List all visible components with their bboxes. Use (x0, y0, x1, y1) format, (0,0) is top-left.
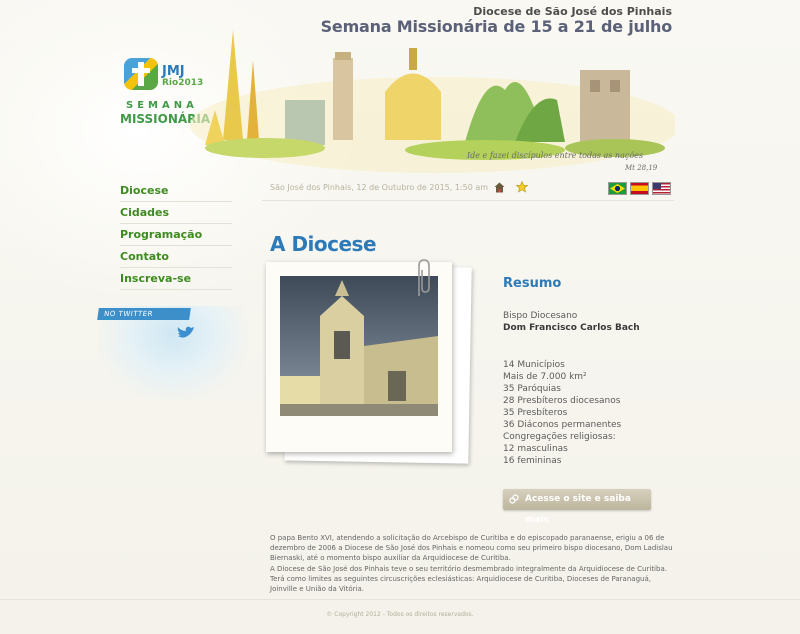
diocese-stats: 14 Municípios Mais de 7.000 km² 35 Paróq… (503, 359, 621, 467)
paperclip-icon (418, 259, 430, 296)
current-date: São José dos Pinhais, 12 de Outubro de 2… (270, 183, 489, 192)
bispo-label: Bispo Diocesano (503, 311, 578, 321)
stat-item: 36 Diáconos permanentes (503, 420, 622, 430)
nav-item-diocese[interactable]: Diocese (120, 180, 232, 202)
flag-usa-icon[interactable] (652, 182, 671, 195)
stat-item: Mais de 7.000 km² (503, 372, 587, 382)
stat-item: 14 Municípios (503, 360, 565, 370)
main-nav: Diocese Cidades Programação Contato Insc… (120, 180, 232, 290)
stat-item: 35 Presbíteros (503, 408, 568, 418)
bispo-name: Dom Francisco Carlos Bach (503, 323, 640, 333)
twitter-label: NO TWITTER (97, 308, 191, 320)
stat-item: 16 femininas (503, 456, 562, 466)
photo-stack (266, 259, 478, 472)
nav-item-inscreva-se[interactable]: Inscreva-se (120, 268, 232, 290)
stat-item: 12 masculinas (503, 444, 568, 454)
flag-brazil-icon[interactable] (608, 182, 627, 195)
logo-jmj-text: JMJ (162, 64, 185, 79)
nav-item-contato[interactable]: Contato (120, 246, 232, 268)
home-icon[interactable] (494, 182, 505, 193)
stat-item: 28 Presbíteros diocesanos (503, 396, 621, 406)
resumo-title: Resumo (503, 276, 562, 291)
divider (262, 200, 674, 201)
paragraph: O papa Bento XVI, atendendo a solicitaçã… (270, 534, 673, 562)
visit-site-button[interactable]: Acesse o site e saiba mais (503, 489, 651, 525)
banner-caption: Ide e fazei discípulos entre todas as na… (466, 151, 643, 160)
page-title: A Diocese (270, 232, 377, 256)
star-icon[interactable] (516, 181, 528, 193)
twitter-widget[interactable]: NO TWITTER (97, 306, 248, 401)
stat-item: 35 Paróquias (503, 384, 561, 394)
stat-item: Congregações religiosas: (503, 432, 616, 442)
footer-copyright: © Copyright 2012 - Todos os direitos res… (326, 611, 474, 618)
nav-item-cidades[interactable]: Cidades (120, 202, 232, 224)
twitter-bird-icon[interactable] (176, 324, 196, 342)
paragraph: A Diocese de São José dos Pinhais teve o… (270, 565, 667, 593)
jmj-emblem-icon (124, 58, 158, 90)
city-skyline-illustration: Ide e fazei discípulos entre todas as na… (190, 30, 675, 173)
nav-item-programacao[interactable]: Programação (120, 224, 232, 246)
banner-verse: Mt 28,19 (624, 164, 658, 172)
flag-spain-icon[interactable] (630, 182, 649, 195)
footer-divider (0, 599, 800, 600)
link-icon (509, 494, 519, 504)
